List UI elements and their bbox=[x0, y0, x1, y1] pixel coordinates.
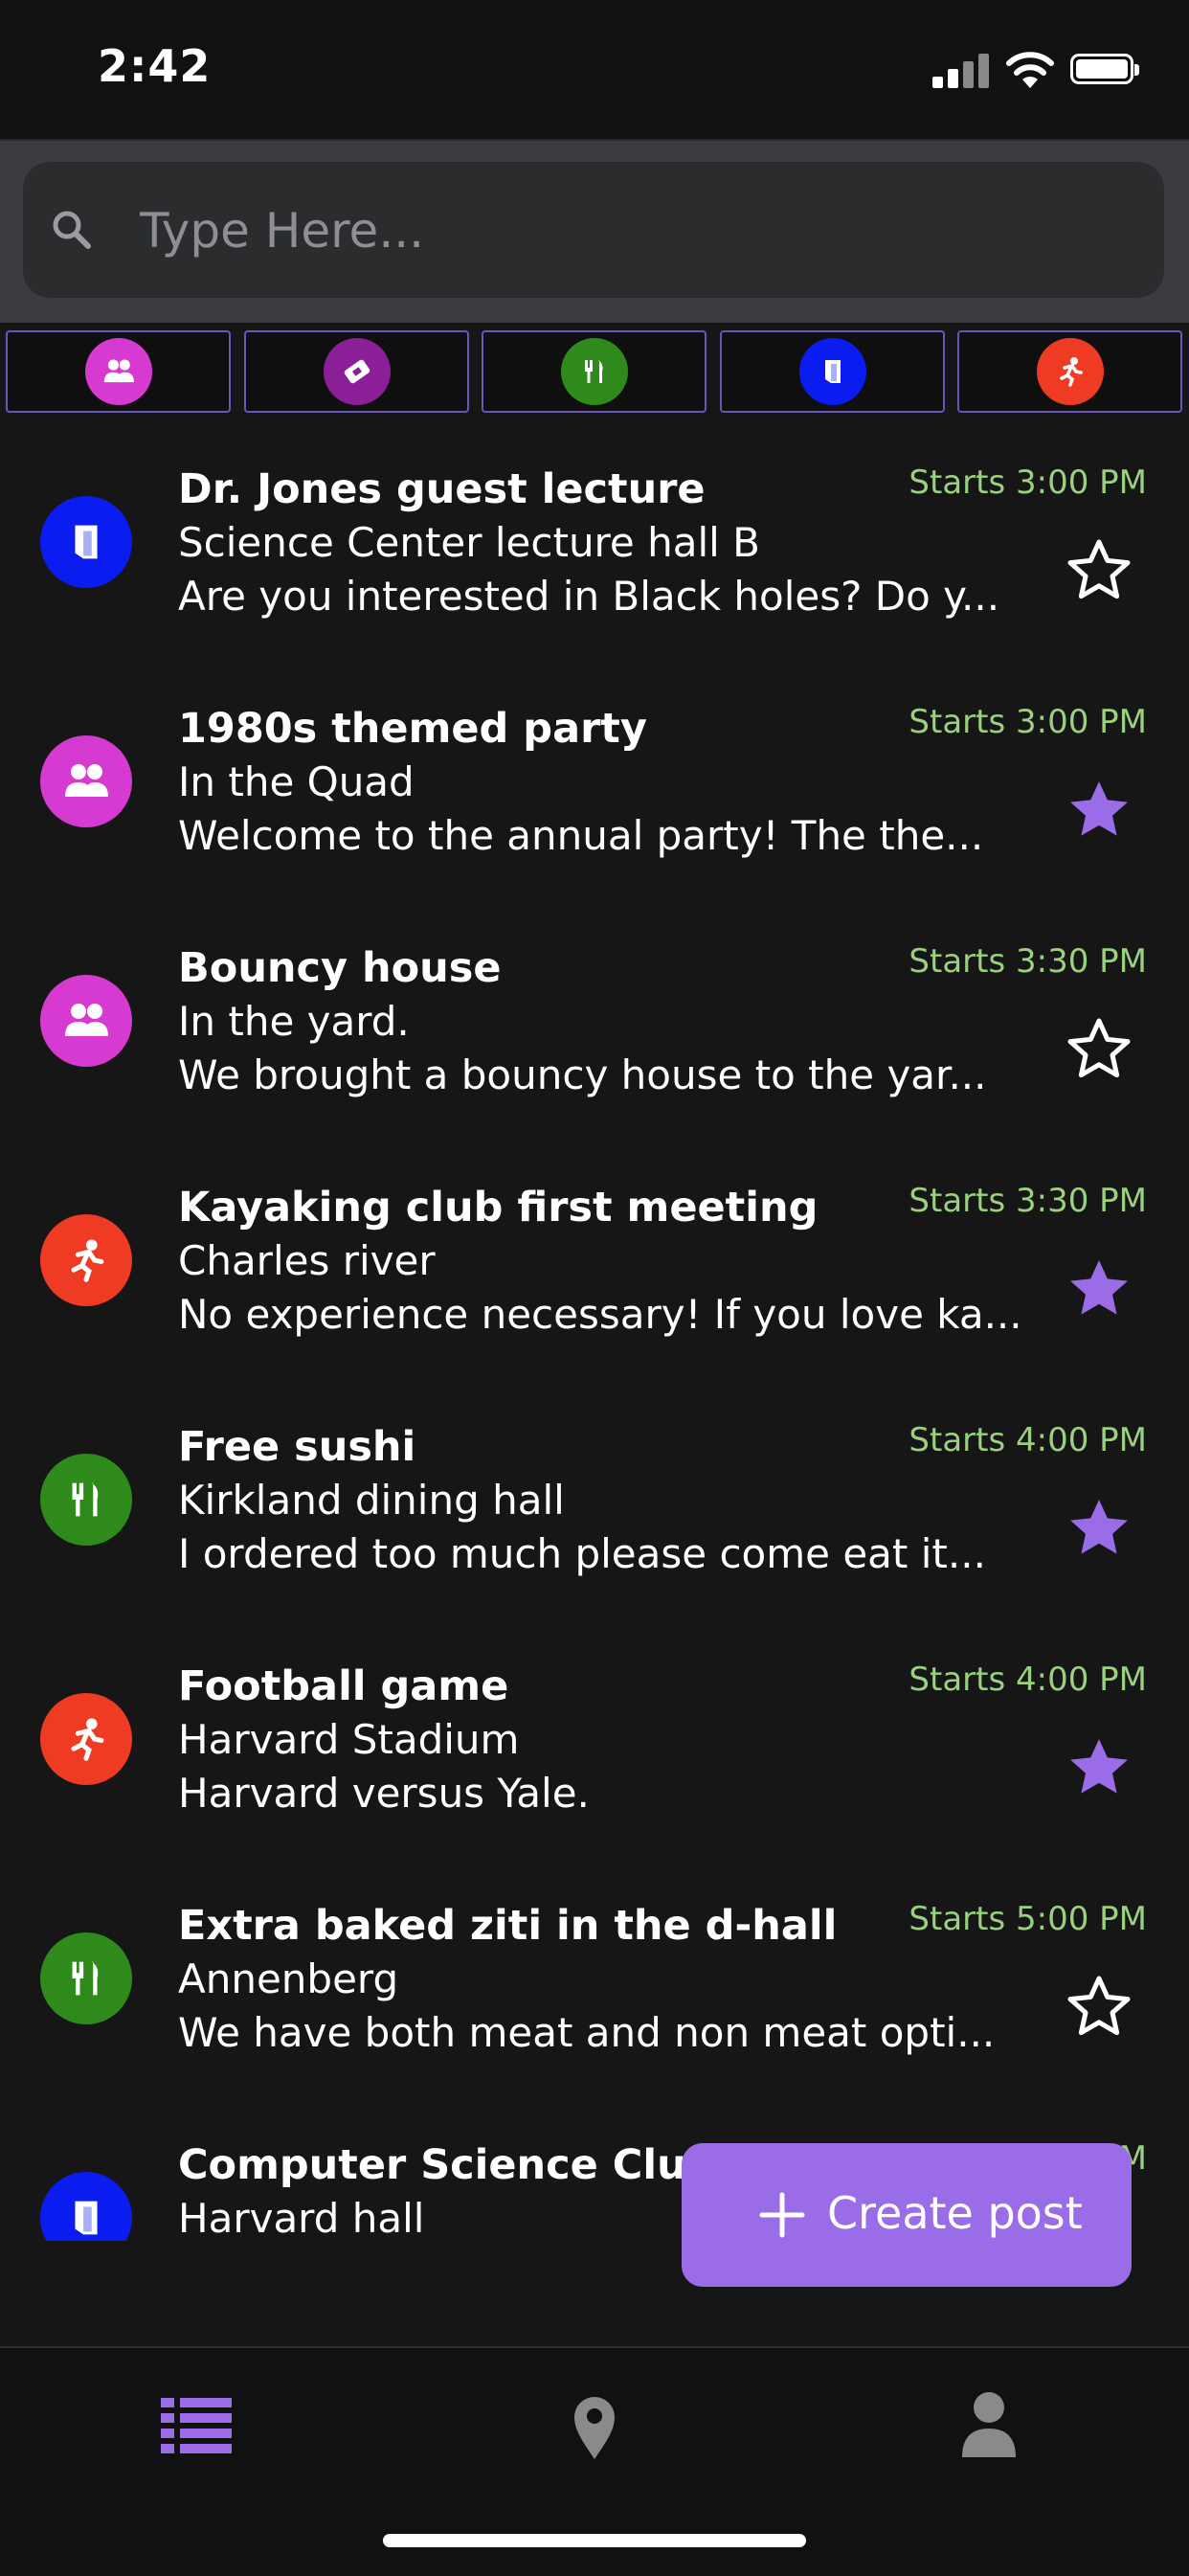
star-filled-icon[interactable] bbox=[1065, 1733, 1133, 1802]
event-item[interactable]: Football game Harvard Stadium Harvard vers… bbox=[0, 1638, 1189, 1877]
event-location: Harvard Stadium bbox=[178, 1716, 520, 1763]
wifi-icon bbox=[1006, 52, 1054, 88]
book-icon bbox=[798, 338, 866, 405]
event-location: Harvard hall bbox=[178, 2195, 425, 2241]
star-outline-icon[interactable] bbox=[1065, 536, 1133, 605]
event-location: Kirkland dining hall bbox=[178, 1477, 565, 1524]
book-icon bbox=[40, 496, 132, 588]
list-icon bbox=[161, 2398, 232, 2453]
event-location: In the yard. bbox=[178, 998, 410, 1045]
search-bar-container bbox=[0, 141, 1189, 323]
system-icons bbox=[932, 50, 1143, 98]
battery-icon bbox=[1070, 54, 1139, 84]
star-filled-icon[interactable] bbox=[1065, 1254, 1133, 1323]
filter-sports[interactable] bbox=[957, 330, 1182, 413]
status-bar: 2:42 bbox=[0, 0, 1189, 141]
event-item[interactable]: Dr. Jones guest lecture Science Center le… bbox=[0, 441, 1189, 680]
running-icon bbox=[40, 1693, 132, 1785]
event-start-time: Starts 5:00 PM bbox=[909, 1900, 1147, 1938]
event-list: Dr. Jones guest lecture Science Center le… bbox=[0, 441, 1189, 2241]
tab-list[interactable] bbox=[153, 2386, 239, 2463]
event-start-time: Starts 3:30 PM bbox=[909, 1182, 1147, 1220]
search-icon bbox=[53, 211, 91, 249]
event-start-time: Starts 3:00 PM bbox=[909, 703, 1147, 741]
event-item[interactable]: Kayaking club first meeting Charles river… bbox=[0, 1159, 1189, 1398]
filter-tickets[interactable] bbox=[244, 330, 469, 413]
plus-icon bbox=[759, 2192, 805, 2238]
event-start-time: Starts 4:00 PM bbox=[909, 1421, 1147, 1459]
filter-academic[interactable] bbox=[720, 330, 945, 413]
cellular-signal-icon bbox=[932, 54, 990, 88]
home-indicator bbox=[383, 2534, 806, 2547]
event-title: Bouncy house bbox=[178, 944, 502, 992]
event-item[interactable]: Extra baked ziti in the d-hall Annenberg W… bbox=[0, 1877, 1189, 2116]
event-start-time: Starts 3:00 PM bbox=[909, 463, 1147, 502]
event-description: We brought a bouncy house to the yar... bbox=[178, 1051, 987, 1098]
fork-knife-icon bbox=[40, 1454, 132, 1546]
status-time: 2:42 bbox=[98, 40, 212, 92]
fork-knife-icon bbox=[560, 338, 628, 405]
event-title: Dr. Jones guest lecture bbox=[178, 465, 706, 513]
event-description: We have both meat and non meat opti... bbox=[178, 2009, 996, 2056]
create-post-label: Create post bbox=[827, 2187, 1083, 2239]
event-start-time: Starts 4:00 PM bbox=[909, 1661, 1147, 1699]
event-description: Harvard versus Yale. bbox=[178, 1770, 590, 1817]
event-title: Football game bbox=[178, 1662, 509, 1710]
ticket-icon bbox=[323, 338, 391, 405]
people-icon bbox=[40, 735, 132, 827]
event-description: No experience necessary! If you love ka.… bbox=[178, 1291, 1022, 1338]
event-start-time: Starts 3:30 PM bbox=[909, 942, 1147, 981]
create-post-button[interactable]: Create post bbox=[682, 2143, 1132, 2287]
event-item[interactable]: 1980s themed party In the Quad Welcome to … bbox=[0, 680, 1189, 919]
event-title: Kayaking club first meeting bbox=[178, 1184, 819, 1232]
running-icon bbox=[1036, 338, 1104, 405]
event-location: Charles river bbox=[178, 1237, 436, 1284]
profile-icon bbox=[962, 2392, 1016, 2457]
event-title: Extra baked ziti in the d-hall bbox=[178, 1902, 838, 1950]
event-item[interactable]: Free sushi Kirkland dining hall I ordered … bbox=[0, 1398, 1189, 1638]
event-description: Welcome to the annual party! The the... bbox=[178, 812, 984, 859]
event-title: 1980s themed party bbox=[178, 705, 647, 753]
event-item[interactable]: Bouncy house In the yard. We brought a bou… bbox=[0, 919, 1189, 1159]
filter-social[interactable] bbox=[6, 330, 231, 413]
star-outline-icon[interactable] bbox=[1065, 1973, 1133, 2042]
event-title: Free sushi bbox=[178, 1423, 416, 1471]
people-icon bbox=[84, 338, 152, 405]
event-title: Computer Science Club bbox=[178, 2141, 716, 2189]
event-description: Are you interested in Black holes? Do y.… bbox=[178, 573, 1000, 620]
event-description: I ordered too much please come eat it... bbox=[178, 1530, 986, 1577]
map-pin-icon bbox=[574, 2397, 615, 2459]
running-icon bbox=[40, 1214, 132, 1306]
tab-map[interactable] bbox=[551, 2386, 638, 2463]
event-location: Annenberg bbox=[178, 1955, 399, 2002]
people-icon bbox=[40, 975, 132, 1067]
tab-profile[interactable] bbox=[946, 2386, 1032, 2463]
search-input[interactable] bbox=[138, 183, 1147, 279]
fork-knife-icon bbox=[40, 1932, 132, 2024]
star-outline-icon[interactable] bbox=[1065, 1015, 1133, 1084]
star-filled-icon[interactable] bbox=[1065, 776, 1133, 845]
filter-food[interactable] bbox=[482, 330, 707, 413]
star-filled-icon[interactable] bbox=[1065, 1494, 1133, 1563]
event-location: Science Center lecture hall B bbox=[178, 519, 760, 566]
book-icon bbox=[40, 2172, 132, 2241]
event-location: In the Quad bbox=[178, 758, 415, 805]
category-filter-bar bbox=[0, 330, 1189, 418]
search-box[interactable] bbox=[23, 162, 1164, 298]
